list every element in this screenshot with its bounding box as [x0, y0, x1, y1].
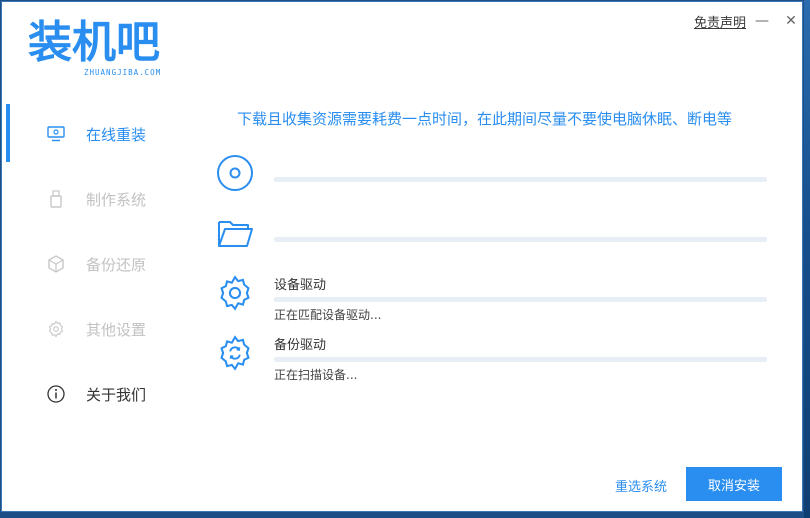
step-download-system [214, 154, 774, 204]
sidebar-item-label: 备份还原 [86, 255, 147, 274]
logo-text: 装机吧 [28, 17, 160, 68]
logo-subtext: ZHUANGJIBA.COM [84, 68, 162, 77]
gear-icon [216, 274, 254, 312]
monitor-icon [46, 124, 66, 144]
step-collect-files [214, 214, 774, 264]
progress-track [274, 237, 767, 242]
sidebar: 在线重装 制作系统 备份还原 其他设置 关于我们 [2, 104, 192, 429]
sidebar-item-other-settings[interactable]: 其他设置 [2, 299, 192, 359]
sidebar-item-backup-restore[interactable]: 备份还原 [2, 234, 192, 294]
progress-track [274, 177, 767, 182]
desktop-background [804, 0, 810, 518]
sidebar-item-label: 制作系统 [86, 190, 147, 209]
step-status: 正在匹配设备驱动... [274, 308, 382, 322]
progress-track [274, 357, 767, 362]
step-backup-driver: 备份驱动 正在扫描设备... [214, 334, 774, 384]
active-indicator [6, 104, 10, 162]
disclaimer-link[interactable]: 免责声明 [694, 12, 746, 31]
close-icon: ✕ [785, 13, 797, 29]
sync-gear-icon [216, 334, 254, 372]
close-button[interactable]: ✕ [782, 12, 800, 30]
app-window: 装机吧 ZHUANGJIBA.COM 免责声明 — ✕ 在线重装 制作系统 备份… [1, 1, 803, 512]
app-logo: 装机吧 ZHUANGJIBA.COM [28, 20, 178, 82]
sidebar-item-make-system[interactable]: 制作系统 [2, 169, 192, 229]
gear-icon [46, 319, 66, 339]
disc-icon [216, 154, 254, 192]
minimize-icon: — [755, 13, 769, 29]
reselect-system-link[interactable]: 重选系统 [615, 476, 667, 495]
sidebar-item-online-reinstall[interactable]: 在线重装 [2, 104, 192, 164]
sidebar-item-label: 关于我们 [86, 385, 147, 404]
notice-text: 下载且收集资源需要耗费一点时间，在此期间尽量不要使电脑休眠、断电等 [237, 110, 733, 128]
step-name: 设备驱动 [274, 278, 327, 293]
usb-drive-icon [46, 189, 66, 209]
step-device-driver: 设备驱动 正在匹配设备驱动... [214, 274, 774, 324]
step-name: 备份驱动 [274, 338, 327, 353]
cancel-install-button[interactable]: 取消安装 [686, 467, 782, 501]
progress-track [274, 297, 767, 302]
step-status: 正在扫描设备... [274, 368, 358, 382]
sidebar-item-label: 其他设置 [86, 320, 147, 339]
minimize-button[interactable]: — [753, 12, 771, 30]
sidebar-item-label: 在线重装 [86, 125, 147, 144]
info-icon [46, 384, 66, 404]
sidebar-item-about-us[interactable]: 关于我们 [2, 364, 192, 424]
cube-icon [46, 254, 66, 274]
folder-icon [216, 214, 254, 252]
